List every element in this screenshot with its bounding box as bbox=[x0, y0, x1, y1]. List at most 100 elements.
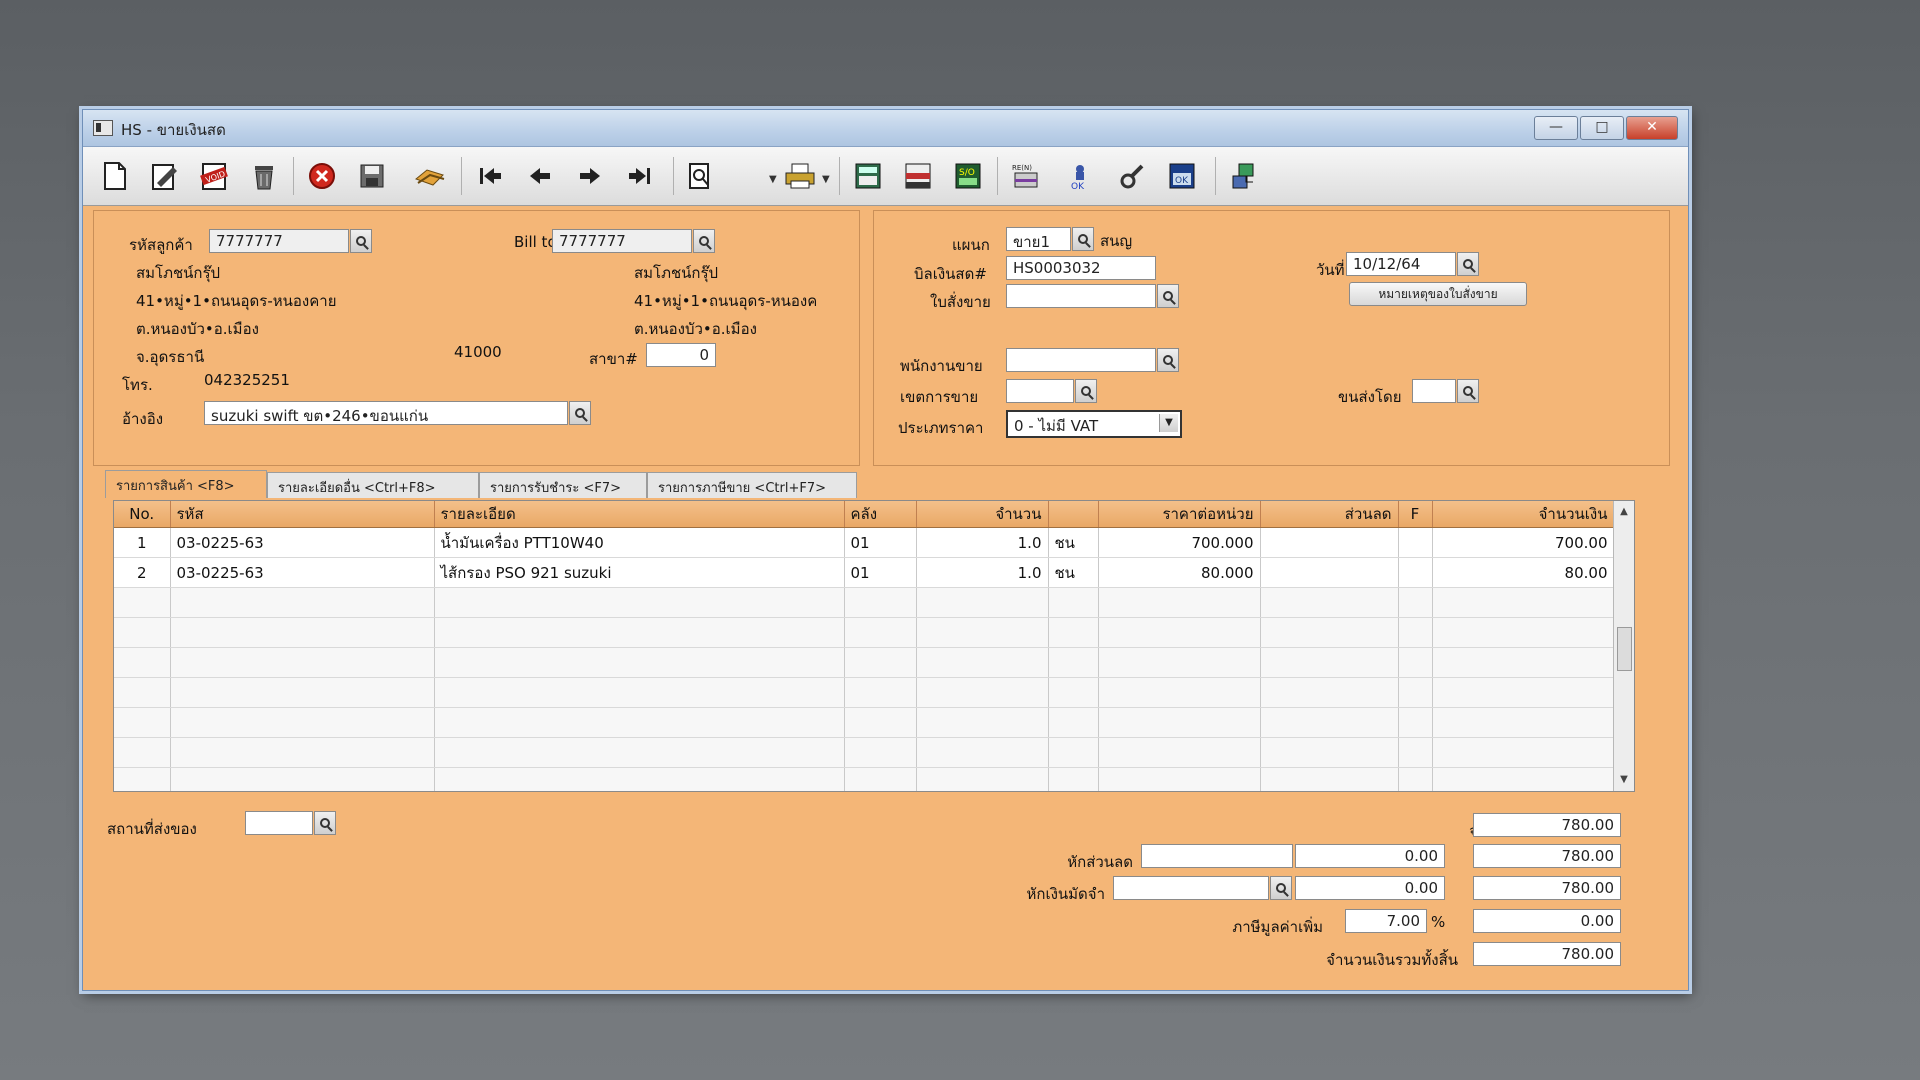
row-code[interactable]: 03-0225-63 bbox=[170, 557, 435, 588]
discount-input[interactable] bbox=[1141, 844, 1293, 868]
svg-text:RE(N): RE(N) bbox=[1012, 164, 1032, 172]
billto-code-field[interactable]: 7777777 bbox=[552, 229, 692, 253]
col-description[interactable]: รายละเอียด bbox=[434, 501, 845, 528]
calc-icon[interactable] bbox=[851, 159, 885, 193]
department-search-button[interactable] bbox=[1072, 227, 1094, 251]
sales-order-search-button[interactable] bbox=[1157, 284, 1179, 308]
last-record-icon[interactable] bbox=[623, 159, 657, 193]
void-icon[interactable]: VOID bbox=[197, 159, 231, 193]
first-record-icon[interactable] bbox=[473, 159, 507, 193]
row-warehouse[interactable]: 01 bbox=[844, 557, 917, 588]
trash-icon[interactable] bbox=[247, 159, 281, 193]
col-discount[interactable]: ส่วนลด bbox=[1260, 501, 1399, 528]
empty-row[interactable] bbox=[114, 587, 1615, 618]
chevron-down-icon[interactable]: ▼ bbox=[1159, 414, 1178, 432]
return-icon[interactable]: RE(N) bbox=[1009, 159, 1043, 193]
row-code[interactable]: 03-0225-63 bbox=[170, 527, 435, 558]
scroll-thumb[interactable] bbox=[1617, 627, 1632, 671]
empty-row[interactable] bbox=[114, 707, 1615, 738]
delivery-place-field[interactable] bbox=[245, 811, 313, 835]
date-picker-button[interactable] bbox=[1457, 252, 1479, 276]
empty-row[interactable] bbox=[114, 677, 1615, 708]
row-description[interactable]: ไส้กรอง PSO 921 suzuki bbox=[434, 557, 845, 588]
ship-by-search-button[interactable] bbox=[1457, 379, 1479, 403]
row-unit[interactable]: ชน bbox=[1048, 527, 1099, 558]
date-field[interactable]: 10/12/64 bbox=[1346, 252, 1456, 276]
tool-icon[interactable] bbox=[1115, 159, 1149, 193]
title-bar[interactable]: HS - ขายเงินสด — □ ✕ bbox=[83, 110, 1688, 147]
bill-no-field[interactable]: HS0003032 bbox=[1006, 256, 1156, 280]
row-flag[interactable] bbox=[1398, 557, 1433, 588]
department-field[interactable]: ขาย1 bbox=[1006, 227, 1071, 251]
prev-record-icon[interactable] bbox=[523, 159, 557, 193]
preview-icon[interactable] bbox=[683, 159, 717, 193]
tab-sales-tax[interactable]: รายการภาษีขาย <Ctrl+F7> bbox=[647, 472, 857, 498]
row-unit-price[interactable]: 700.000 bbox=[1098, 527, 1261, 558]
row-unit-price[interactable]: 80.000 bbox=[1098, 557, 1261, 588]
col-no[interactable]: No. bbox=[114, 501, 171, 528]
receive-icon[interactable] bbox=[413, 159, 447, 193]
deposit-search-button[interactable] bbox=[1270, 876, 1292, 900]
empty-row[interactable] bbox=[114, 767, 1615, 791]
col-warehouse[interactable]: คลัง bbox=[844, 501, 917, 528]
maximize-button[interactable]: □ bbox=[1580, 116, 1624, 140]
col-amount[interactable]: จำนวนเงิน bbox=[1432, 501, 1615, 528]
empty-row[interactable] bbox=[114, 617, 1615, 648]
next-record-icon[interactable] bbox=[573, 159, 607, 193]
preview-dropdown-icon[interactable]: ▼ bbox=[769, 174, 777, 185]
new-doc-icon[interactable] bbox=[97, 159, 131, 193]
tab-items[interactable]: รายการสินค้า <F8> bbox=[105, 470, 267, 498]
col-code[interactable]: รหัส bbox=[170, 501, 435, 528]
row-quantity[interactable]: 1.0 bbox=[916, 527, 1049, 558]
row-discount[interactable] bbox=[1260, 557, 1399, 588]
ok-icon[interactable]: OK bbox=[1165, 159, 1199, 193]
cancel-icon[interactable] bbox=[305, 159, 339, 193]
ship-by-field[interactable] bbox=[1412, 379, 1456, 403]
table-row[interactable]: 2 03-0225-63 ไส้กรอง PSO 921 suzuki 01 1… bbox=[114, 557, 1615, 588]
print-icon[interactable] bbox=[783, 159, 817, 193]
empty-row[interactable] bbox=[114, 647, 1615, 678]
col-unit-price[interactable]: ราคาต่อหน่วย bbox=[1098, 501, 1261, 528]
tab-other-details[interactable]: รายละเอียดอื่น <Ctrl+F8> bbox=[267, 472, 479, 498]
scroll-down-icon[interactable]: ▼ bbox=[1614, 771, 1634, 789]
empty-row[interactable] bbox=[114, 737, 1615, 768]
customer-code-field[interactable]: 7777777 bbox=[209, 229, 349, 253]
edit-icon[interactable] bbox=[147, 159, 181, 193]
minimize-button[interactable]: — bbox=[1534, 116, 1578, 140]
customer-search-button[interactable] bbox=[350, 229, 372, 253]
row-warehouse[interactable]: 01 bbox=[844, 527, 917, 558]
report-icon[interactable] bbox=[901, 159, 935, 193]
reference-field[interactable]: suzuki swift ขต•246•ขอนแก่น bbox=[204, 401, 568, 425]
col-flag[interactable]: F bbox=[1398, 501, 1433, 528]
reference-search-button[interactable] bbox=[569, 401, 591, 425]
row-discount[interactable] bbox=[1260, 527, 1399, 558]
col-quantity[interactable]: จำนวน bbox=[916, 501, 1049, 528]
so-icon[interactable]: S/O bbox=[951, 159, 985, 193]
billto-search-button[interactable] bbox=[693, 229, 715, 253]
sales-area-search-button[interactable] bbox=[1075, 379, 1097, 403]
sales-order-note-button[interactable]: หมายเหตุของใบสั่งขาย bbox=[1349, 282, 1527, 306]
print-dropdown-icon[interactable]: ▼ bbox=[822, 174, 830, 185]
table-row[interactable]: 1 03-0225-63 น้ำมันเครื่อง PTT10W40 01 1… bbox=[114, 527, 1615, 558]
approve-icon[interactable]: OK bbox=[1063, 159, 1097, 193]
price-type-select[interactable]: 0 - ไม่มี VAT ▼ bbox=[1006, 410, 1182, 438]
save-icon[interactable] bbox=[355, 159, 389, 193]
grid-scrollbar[interactable]: ▲ ▼ bbox=[1613, 501, 1634, 791]
row-description[interactable]: น้ำมันเครื่อง PTT10W40 bbox=[434, 527, 845, 558]
delivery-place-search-button[interactable] bbox=[314, 811, 336, 835]
network-icon[interactable] bbox=[1227, 159, 1261, 193]
row-unit[interactable]: ชน bbox=[1048, 557, 1099, 588]
branch-field[interactable]: 0 bbox=[646, 343, 716, 367]
salesman-field[interactable] bbox=[1006, 348, 1156, 372]
sales-area-field[interactable] bbox=[1006, 379, 1074, 403]
close-button[interactable]: ✕ bbox=[1626, 116, 1678, 140]
row-quantity[interactable]: 1.0 bbox=[916, 557, 1049, 588]
col-unit[interactable] bbox=[1048, 501, 1099, 528]
sales-order-field[interactable] bbox=[1006, 284, 1156, 308]
row-flag[interactable] bbox=[1398, 527, 1433, 558]
scroll-up-icon[interactable]: ▲ bbox=[1614, 503, 1634, 521]
tab-payments[interactable]: รายการรับชำระ <F7> bbox=[479, 472, 647, 498]
vat-rate-field[interactable]: 7.00 bbox=[1345, 909, 1427, 933]
salesman-search-button[interactable] bbox=[1157, 348, 1179, 372]
deposit-input[interactable] bbox=[1113, 876, 1269, 900]
